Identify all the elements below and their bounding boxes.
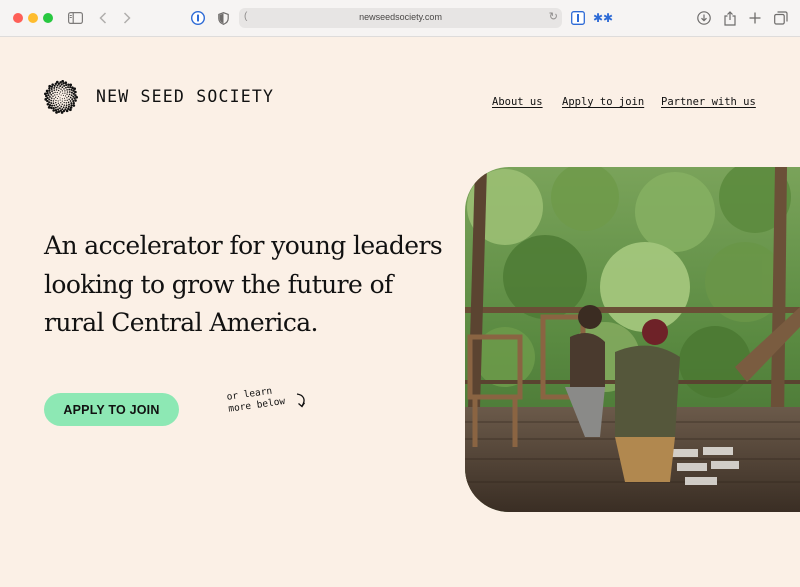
nav-apply-to-join[interactable]: Apply to join <box>562 96 644 108</box>
brand-name[interactable]: NEW SEED SOCIETY <box>96 87 274 106</box>
address-bar[interactable]: ( newseedsociety.com ↻ <box>239 8 562 28</box>
share-icon[interactable] <box>721 9 739 27</box>
browser-toolbar: ( newseedsociety.com ↻ ✱✱ <box>0 0 800 37</box>
download-icon[interactable] <box>695 9 713 27</box>
headline-line: An accelerator for young leaders <box>44 231 443 260</box>
back-icon[interactable] <box>94 9 112 27</box>
apply-to-join-button[interactable]: APPLY TO JOIN <box>44 393 179 426</box>
headline-line: looking to grow the future of <box>44 269 393 299</box>
new-tab-icon[interactable] <box>746 9 764 27</box>
zoom-window-button[interactable] <box>43 13 53 23</box>
tabs-overview-icon[interactable] <box>772 9 790 27</box>
url-text: newseedsociety.com <box>359 12 442 22</box>
sunflower-logo-icon[interactable] <box>44 79 79 114</box>
hero-photo <box>465 167 800 512</box>
curved-arrow-down-icon <box>293 392 309 415</box>
close-window-button[interactable] <box>13 13 23 23</box>
headline-line: rural Central America. <box>44 308 318 337</box>
nav-partner-with-us[interactable]: Partner with us <box>661 96 756 108</box>
extension-icon[interactable] <box>569 9 587 27</box>
learn-more-note: or learn more below <box>226 384 286 416</box>
shield-icon[interactable] <box>214 9 232 27</box>
forward-icon[interactable] <box>118 9 136 27</box>
sidebar-icon[interactable] <box>66 9 84 27</box>
hero-headline: An accelerator for young leaders looking… <box>44 227 444 343</box>
reload-icon[interactable]: ↻ <box>549 10 558 23</box>
bluetooth-icon[interactable]: ✱✱ <box>593 9 613 27</box>
nav-about-us[interactable]: About us <box>492 96 543 108</box>
password-manager-icon[interactable] <box>189 9 207 27</box>
minimize-window-button[interactable] <box>28 13 38 23</box>
